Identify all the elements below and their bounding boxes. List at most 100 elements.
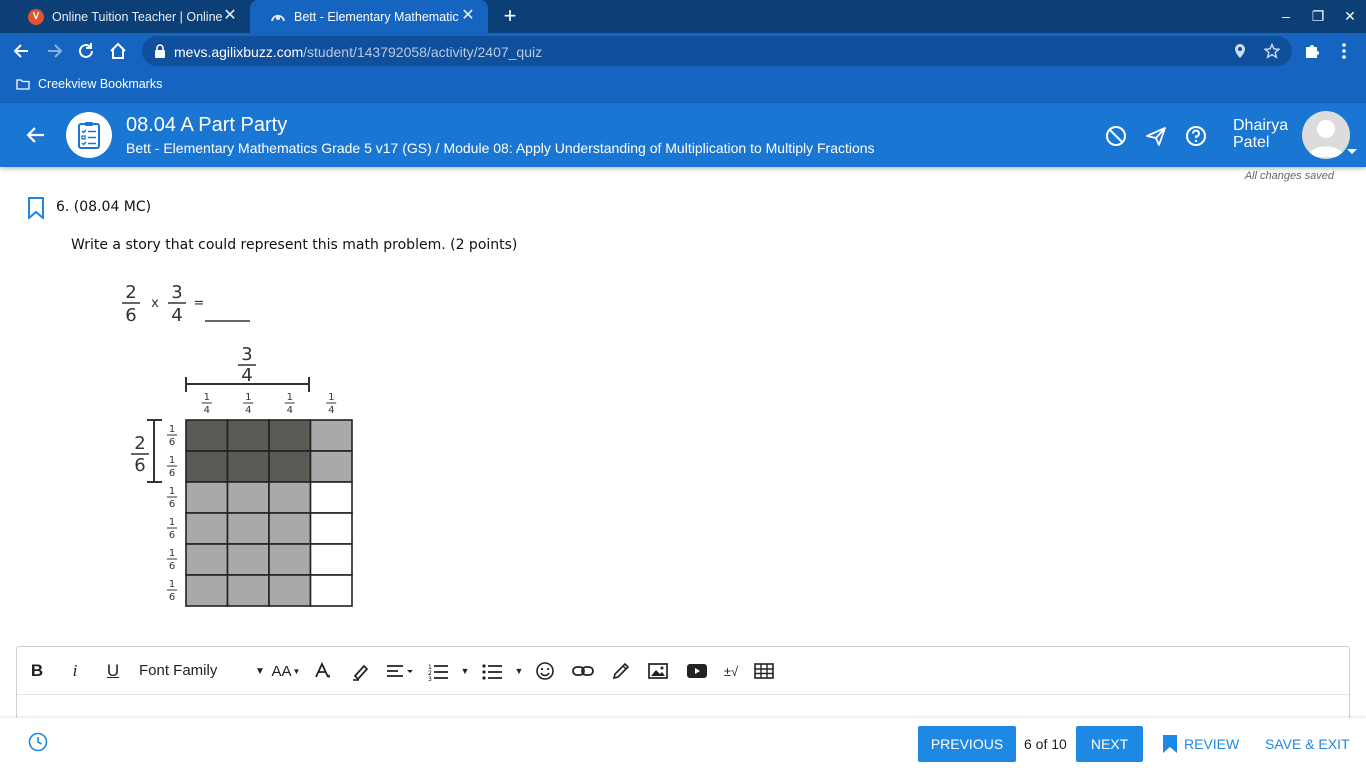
buzz-favicon-icon bbox=[271, 14, 285, 21]
bookmark-question-icon[interactable] bbox=[26, 197, 46, 219]
v-favicon-icon: V bbox=[28, 8, 44, 25]
svg-text:4: 4 bbox=[204, 405, 210, 416]
forward-icon[interactable] bbox=[44, 41, 64, 61]
close-tab-icon[interactable]: ✕ bbox=[222, 8, 238, 24]
grid-cell bbox=[309, 419, 353, 452]
grid-cell bbox=[226, 481, 270, 514]
eq-b-numerator: 3 bbox=[171, 282, 182, 303]
tab-title: Bett - Elementary Mathematics G bbox=[294, 9, 459, 24]
column-label: 14 bbox=[284, 392, 295, 416]
bookmark-label: Creekview Bookmarks bbox=[38, 77, 163, 91]
svg-text:1: 1 bbox=[328, 392, 334, 403]
grid-cell bbox=[226, 512, 270, 545]
bullet-list-caret-icon[interactable]: ▼ bbox=[514, 659, 524, 683]
grid-cell bbox=[309, 543, 353, 576]
url-path: /student/143792058/activity/2407_quiz bbox=[303, 44, 543, 60]
bullet-list-icon[interactable] bbox=[481, 659, 503, 683]
close-window-icon[interactable]: ✕ bbox=[1340, 6, 1360, 26]
activity-header: 08.04 A Part Party Bett - Elementary Mat… bbox=[0, 103, 1366, 167]
user-first-name: Dhairya bbox=[1233, 117, 1289, 134]
insert-table-icon[interactable] bbox=[753, 659, 775, 683]
numbered-list-caret-icon[interactable]: ▼ bbox=[460, 659, 470, 683]
text-color-icon[interactable] bbox=[313, 659, 333, 683]
eq-a-denominator: 6 bbox=[125, 305, 136, 326]
kebab-menu-icon[interactable] bbox=[1334, 41, 1354, 61]
browser-toolbar: mevs.agilixbuzz.com/student/143792058/ac… bbox=[0, 33, 1366, 69]
numbered-list-icon[interactable]: 123 bbox=[427, 659, 449, 683]
location-pin-icon[interactable] bbox=[1232, 43, 1248, 59]
close-tab-icon[interactable]: ✕ bbox=[460, 8, 476, 24]
url-text: mevs.agilixbuzz.com/student/143792058/ac… bbox=[174, 44, 542, 60]
clock-icon[interactable] bbox=[28, 732, 48, 752]
back-icon[interactable] bbox=[12, 41, 32, 61]
align-icon[interactable] bbox=[385, 659, 415, 683]
bookmark-icon bbox=[1163, 735, 1177, 753]
next-button[interactable]: NEXT bbox=[1076, 726, 1143, 762]
grid-cell bbox=[185, 543, 229, 576]
emoji-icon[interactable] bbox=[535, 659, 555, 683]
row-labels: 161616161616 bbox=[167, 424, 177, 603]
math-equation-icon[interactable]: ±√ bbox=[721, 659, 741, 683]
minimize-icon[interactable]: – bbox=[1276, 6, 1296, 26]
top-numerator: 3 bbox=[241, 344, 252, 365]
svg-text:6: 6 bbox=[169, 561, 175, 572]
svg-text:4: 4 bbox=[287, 405, 293, 416]
svg-text:3: 3 bbox=[428, 676, 432, 683]
eq-a-numerator: 2 bbox=[125, 282, 136, 303]
video-icon[interactable] bbox=[685, 659, 709, 683]
extensions-puzzle-icon[interactable] bbox=[1302, 41, 1322, 61]
course-breadcrumb[interactable]: Bett - Elementary Mathematics Grade 5 v1… bbox=[126, 140, 875, 156]
previous-button[interactable]: PREVIOUS bbox=[918, 726, 1016, 762]
insert-image-icon[interactable] bbox=[647, 659, 669, 683]
underline-button[interactable]: U bbox=[103, 659, 123, 683]
grid-cell bbox=[185, 481, 229, 514]
svg-text:1: 1 bbox=[245, 392, 251, 403]
svg-text:6: 6 bbox=[169, 468, 175, 479]
user-name[interactable]: Dhairya Patel bbox=[1233, 117, 1288, 151]
font-size-button[interactable]: AA ▼ bbox=[270, 659, 302, 683]
row-label: 16 bbox=[167, 455, 177, 479]
avatar[interactable] bbox=[1302, 111, 1350, 159]
browser-tab-online-tuition[interactable]: V Online Tuition Teacher | Online Li ✕ bbox=[8, 0, 250, 33]
save-status: All changes saved bbox=[1244, 170, 1334, 182]
bold-button[interactable]: B bbox=[27, 659, 47, 683]
highlighter-icon[interactable] bbox=[351, 659, 371, 683]
send-icon[interactable] bbox=[1145, 125, 1167, 147]
svg-text:1: 1 bbox=[204, 392, 210, 403]
font-family-dropdown[interactable]: Font Family bbox=[139, 662, 217, 679]
font-size-label: AA bbox=[271, 662, 292, 680]
side-numerator: 2 bbox=[134, 433, 145, 454]
draw-pencil-icon[interactable] bbox=[611, 659, 631, 683]
back-arrow-icon[interactable] bbox=[24, 123, 48, 147]
user-menu-caret-icon[interactable] bbox=[1347, 149, 1357, 154]
grid-cell bbox=[185, 512, 229, 545]
italic-button[interactable]: i bbox=[65, 659, 85, 683]
question-prompt: Write a story that could represent this … bbox=[71, 237, 518, 253]
home-icon[interactable] bbox=[108, 41, 128, 61]
new-tab-icon[interactable]: + bbox=[500, 5, 520, 27]
review-button[interactable]: REVIEW bbox=[1162, 732, 1239, 756]
reload-icon[interactable] bbox=[76, 41, 96, 61]
address-bar[interactable]: mevs.agilixbuzz.com/student/143792058/ac… bbox=[142, 36, 1292, 66]
user-last-name: Patel bbox=[1233, 134, 1270, 151]
grid-cell bbox=[309, 450, 353, 483]
restore-icon[interactable]: ❐ bbox=[1308, 6, 1328, 26]
area-model-svg: 2 6 x 3 4 = 3 4 2 6 14141414 16161616161… bbox=[122, 282, 353, 607]
help-icon[interactable] bbox=[1185, 125, 1207, 147]
block-icon[interactable] bbox=[1105, 125, 1127, 147]
svg-text:1: 1 bbox=[287, 392, 293, 403]
quiz-icon bbox=[66, 112, 112, 158]
bookmark-folder-creekview[interactable]: Creekview Bookmarks bbox=[16, 77, 162, 91]
browser-tab-bett-math[interactable]: Bett - Elementary Mathematics G ✕ bbox=[250, 0, 488, 33]
svg-text:1: 1 bbox=[169, 548, 175, 559]
side-denominator: 6 bbox=[134, 455, 145, 476]
font-family-caret-icon[interactable]: ▼ bbox=[255, 659, 265, 683]
quiz-footer: PREVIOUS 6 of 10 NEXT REVIEW SAVE & EXIT bbox=[0, 718, 1366, 768]
checklist-icon bbox=[78, 122, 100, 149]
eq-operator: x bbox=[151, 296, 159, 311]
save-exit-button[interactable]: SAVE & EXIT bbox=[1265, 736, 1350, 752]
star-bookmark-icon[interactable] bbox=[1264, 43, 1280, 59]
bookmarks-bar: Creekview Bookmarks bbox=[0, 69, 1366, 103]
link-icon[interactable] bbox=[571, 659, 595, 683]
top-denominator: 4 bbox=[241, 365, 252, 386]
